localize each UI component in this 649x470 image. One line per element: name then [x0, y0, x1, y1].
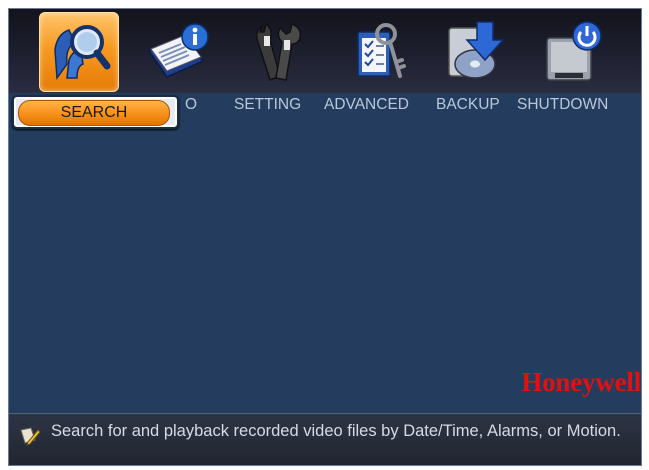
- honeywell-logo: Honeywell: [521, 367, 641, 397]
- search-magnifier-icon: [54, 25, 111, 81]
- toolbar-setting[interactable]: [239, 12, 317, 90]
- status-message: Search for and playback recorded video f…: [51, 422, 621, 440]
- backup-disc-icon: [448, 21, 505, 79]
- toolbar-shutdown[interactable]: [535, 12, 613, 90]
- main-toolbar: [9, 9, 641, 93]
- info-book-icon: [147, 23, 209, 78]
- search-button[interactable]: SEARCH: [12, 95, 179, 129]
- checklist-keys-icon: [357, 23, 406, 78]
- note-pencil-icon: [20, 427, 41, 446]
- advanced-label[interactable]: ADVANCED: [324, 96, 409, 114]
- toolbar-advanced[interactable]: [339, 12, 417, 90]
- shutdown-label[interactable]: SHUTDOWN: [517, 96, 608, 114]
- toolbar-search[interactable]: [39, 12, 119, 92]
- info-label[interactable]: O: [185, 96, 197, 114]
- status-bar: Search for and playback recorded video f…: [9, 413, 641, 465]
- toolbar-backup[interactable]: [437, 12, 515, 90]
- backup-label[interactable]: BACKUP: [436, 96, 500, 114]
- search-button-label: SEARCH: [18, 100, 170, 126]
- shutdown-hdd-icon: [546, 21, 602, 81]
- setting-label[interactable]: SETTING: [234, 96, 301, 114]
- toolbar-info[interactable]: [141, 12, 219, 90]
- main-menu-window: O SETTING ADVANCED BACKUP SHUTDOWN SEARC…: [8, 8, 642, 466]
- wrench-tools-icon: [255, 22, 302, 81]
